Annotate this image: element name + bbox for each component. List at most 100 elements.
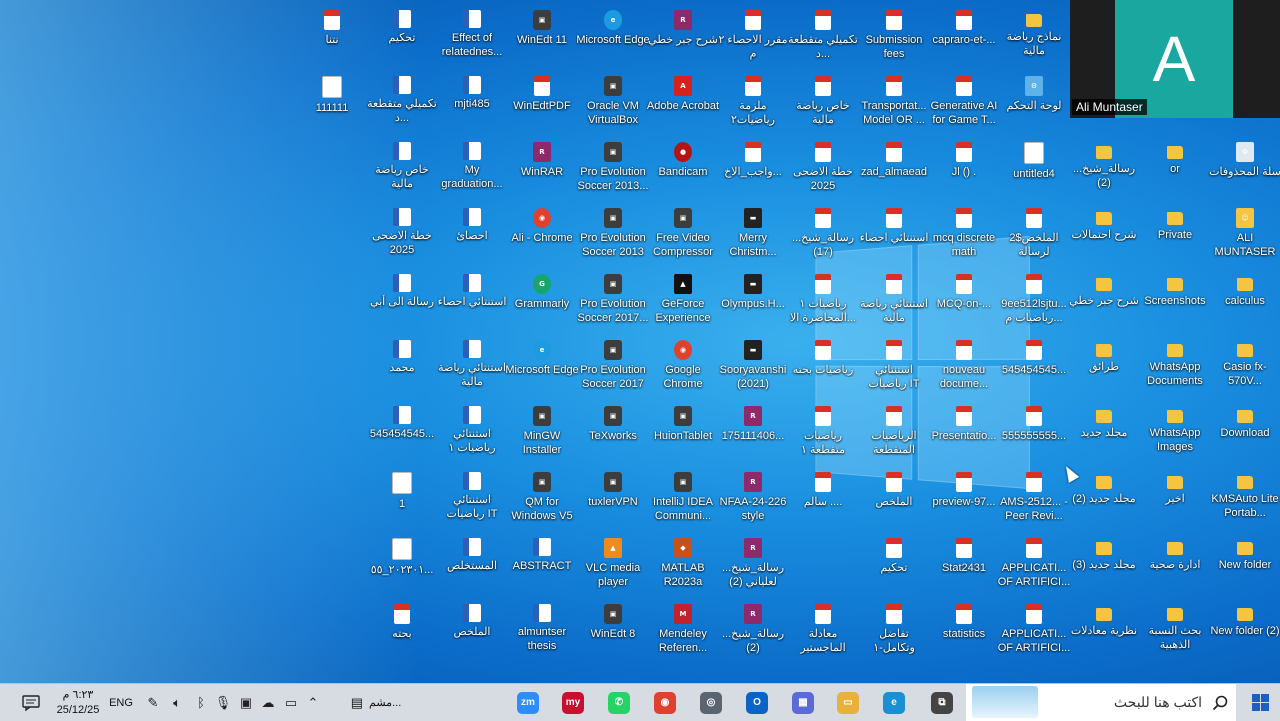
desktop-icon[interactable]: بحته: [366, 598, 438, 664]
desktop-icon[interactable]: الملخص: [858, 466, 930, 532]
desktop-icon[interactable]: ● Bandicam: [647, 136, 719, 202]
desktop-icon[interactable]: M Mendeley Referen...: [647, 598, 719, 664]
desktop-icon[interactable]: Screenshots: [1139, 268, 1211, 334]
desktop-icon[interactable]: 555555555...: [998, 400, 1070, 466]
bluetooth-icon[interactable]: ᛒ: [190, 684, 212, 721]
desktop-icon[interactable]: ABSTRACT: [506, 532, 578, 598]
desktop-icon[interactable]: or: [1139, 136, 1211, 202]
desktop-icon[interactable]: استنتائي رياضة مالية: [858, 268, 930, 334]
desktop-icon[interactable]: ▣ Pro Evolution Soccer 2017: [577, 334, 649, 400]
desktop-icon[interactable]: بحث النسبة الذهبية: [1139, 598, 1211, 664]
desktop-icon[interactable]: capraro-et-...: [928, 4, 1000, 70]
chevron-up-icon[interactable]: ⌃: [302, 684, 324, 721]
desktop-icon[interactable]: ▣ QM for Windows V5: [506, 466, 578, 532]
desktop-icon[interactable]: تحكيم: [366, 4, 438, 70]
desktop-icon[interactable]: Download: [1209, 400, 1280, 466]
notification-center-icon[interactable]: [14, 684, 48, 721]
desktop-icon[interactable]: ▣ TeXworks: [577, 400, 649, 466]
desktop-icon[interactable]: WhatsApp Documents: [1139, 334, 1211, 400]
desktop-icon[interactable]: استنتائي رياضة مالية: [436, 334, 508, 400]
desktop-icon[interactable]: ♻ سلة المحذوفات: [1209, 136, 1280, 202]
desktop-icon[interactable]: e Microsoft Edge: [505, 334, 579, 400]
desktop-icon[interactable]: تحكيم: [858, 532, 930, 598]
desktop-icon[interactable]: سالم ....: [787, 466, 859, 532]
desktop-icon[interactable]: ادارة صحية: [1139, 532, 1211, 598]
taskbar-app-task-view[interactable]: ⧉: [920, 684, 964, 721]
desktop-icon[interactable]: nouveau docume...: [928, 334, 1000, 400]
desktop-icon[interactable]: statistics: [928, 598, 1000, 664]
desktop-icon[interactable]: R WinRAR: [506, 136, 578, 202]
desktop-icon[interactable]: ▣ HuionTablet: [647, 400, 719, 466]
desktop-icon[interactable]: مجلد جديد (3): [1068, 532, 1140, 598]
desktop-icon[interactable]: مقرر الاحصاء ٢ م: [717, 4, 789, 70]
desktop-icon[interactable]: ◉ Google Chrome: [647, 334, 719, 400]
taskbar-app-outlook[interactable]: O: [735, 684, 779, 721]
desktop-icon[interactable]: R NFAA-24-226 style: [717, 466, 789, 532]
desktop-icon[interactable]: خطة الاضحى 2025: [787, 136, 859, 202]
desktop-icon[interactable]: واجب_الاخ...: [717, 136, 789, 202]
desktop-icon[interactable]: Transportat... Model OR ...: [858, 70, 930, 136]
desktop-icon[interactable]: ▣ tuxlerVPN: [577, 466, 649, 532]
desktop-icon[interactable]: اخير: [1139, 466, 1211, 532]
taskbar-app-file-explorer[interactable]: ▭: [826, 684, 870, 721]
microphone-icon[interactable]: 🎙︎: [212, 684, 234, 721]
desktop-icon[interactable]: 9ee512lsjtu... رياضيات م...: [998, 268, 1070, 334]
desktop-icon[interactable]: استنتائي رياضيات IT: [858, 334, 930, 400]
desktop-icon[interactable]: 111111: [296, 70, 368, 136]
desktop-icon[interactable]: R 175111406...: [717, 400, 789, 466]
desktop-icon[interactable]: preview-97...: [928, 466, 1000, 532]
desktop-icon[interactable]: ⚙ لوحة التحكم: [998, 70, 1070, 136]
desktop-icon[interactable]: رسالة_شيخ... (2): [1068, 136, 1140, 202]
desktop-icon[interactable]: نظرية معادلات: [1068, 598, 1140, 664]
desktop-icon[interactable]: خطة الاضحى 2025: [366, 202, 438, 268]
start-button[interactable]: [1240, 684, 1280, 721]
desktop-icon[interactable]: الملخص: [436, 598, 508, 664]
taskbar-app-camera[interactable]: ◎: [689, 684, 733, 721]
desktop-icon[interactable]: ▬ Merry Christm...: [717, 202, 789, 268]
desktop-icon[interactable]: استنتائي احصاء: [436, 268, 508, 334]
desktop-icon[interactable]: 1: [366, 466, 438, 532]
video-call-tile[interactable]: A Ali Muntaser: [1070, 0, 1280, 118]
desktop-icon[interactable]: ◆ MATLAB R2023a: [647, 532, 719, 598]
desktop-icon[interactable]: mcq discrete math: [928, 202, 1000, 268]
desktop-icon[interactable]: WinEdtPDF: [506, 70, 578, 136]
desktop-icon[interactable]: Casio fx-570V...: [1209, 334, 1280, 400]
desktop-icon[interactable]: تكميلي متقطعة د...: [366, 70, 438, 136]
desktop-icon[interactable]: ◉ Ali - Chrome: [506, 202, 578, 268]
desktop-icon[interactable]: Jl () .: [928, 136, 1000, 202]
desktop-icon[interactable]: رياضيات متقطعة ١: [787, 400, 859, 466]
desktop-icon[interactable]: APPLICATI... OF ARTIFICI...: [998, 532, 1070, 598]
desktop-icon[interactable]: استنتائي احصاء: [858, 202, 930, 268]
desktop-icon[interactable]: R رسالة_شيخ... (2): [717, 598, 789, 664]
desktop-icon[interactable]: رسالة_شيخ... (17): [787, 202, 859, 268]
desktop-icon[interactable]: New folder (2): [1209, 598, 1280, 664]
desktop-icon[interactable]: 545454545...: [366, 400, 438, 466]
desktop-icon[interactable]: طرائق: [1068, 334, 1140, 400]
desktop-icon[interactable]: R شرح جبر خطي: [647, 4, 719, 70]
desktop-icon[interactable]: Effect of relatednes...: [436, 4, 508, 70]
desktop-icon[interactable]: نماذج رياضة مالية: [998, 4, 1070, 70]
clock[interactable]: ٦:٢٣ م 25/12/25: [50, 684, 106, 721]
desktop-icon[interactable]: ▲ VLC media player: [577, 532, 649, 598]
taskbar-app-whatsapp[interactable]: ✆: [597, 684, 641, 721]
desktop-icon[interactable]: ▣ MinGW Installer: [506, 400, 578, 466]
desktop-icon[interactable]: محمد: [366, 334, 438, 400]
desktop-icon[interactable]: Private: [1139, 202, 1211, 268]
desktop-icon[interactable]: مجلد جديد: [1068, 400, 1140, 466]
desktop-icon[interactable]: G Grammarly: [506, 268, 578, 334]
desktop-icon[interactable]: المستخلص: [436, 532, 508, 598]
desktop-icon[interactable]: MCQ-on-...: [928, 268, 1000, 334]
desktop-icon[interactable]: ▣ Oracle VM VirtualBox: [577, 70, 649, 136]
desktop-icon[interactable]: ▣ Pro Evolution Soccer 2013...: [577, 136, 649, 202]
language-indicator[interactable]: ENG: [106, 684, 136, 721]
desktop-icon[interactable]: Generative AI for Game T...: [928, 70, 1000, 136]
desktop-icon[interactable]: Presentatio...: [928, 400, 1000, 466]
desktop-icon[interactable]: ▣ Free Video Compressor: [647, 202, 719, 268]
pen-icon[interactable]: ✎: [142, 684, 164, 721]
desktop-icon[interactable]: شرح جبر خطي: [1068, 268, 1140, 334]
desktop-icon[interactable]: ٢٠٢٣٠١_٥٥...: [366, 532, 438, 598]
desktop-icon[interactable]: تفاضل وتكامل-١: [858, 598, 930, 664]
desktop-icon[interactable]: نتنا: [296, 4, 368, 70]
desktop-icon[interactable]: احصائ: [436, 202, 508, 268]
taskbar-app-chrome[interactable]: ◉: [643, 684, 687, 721]
